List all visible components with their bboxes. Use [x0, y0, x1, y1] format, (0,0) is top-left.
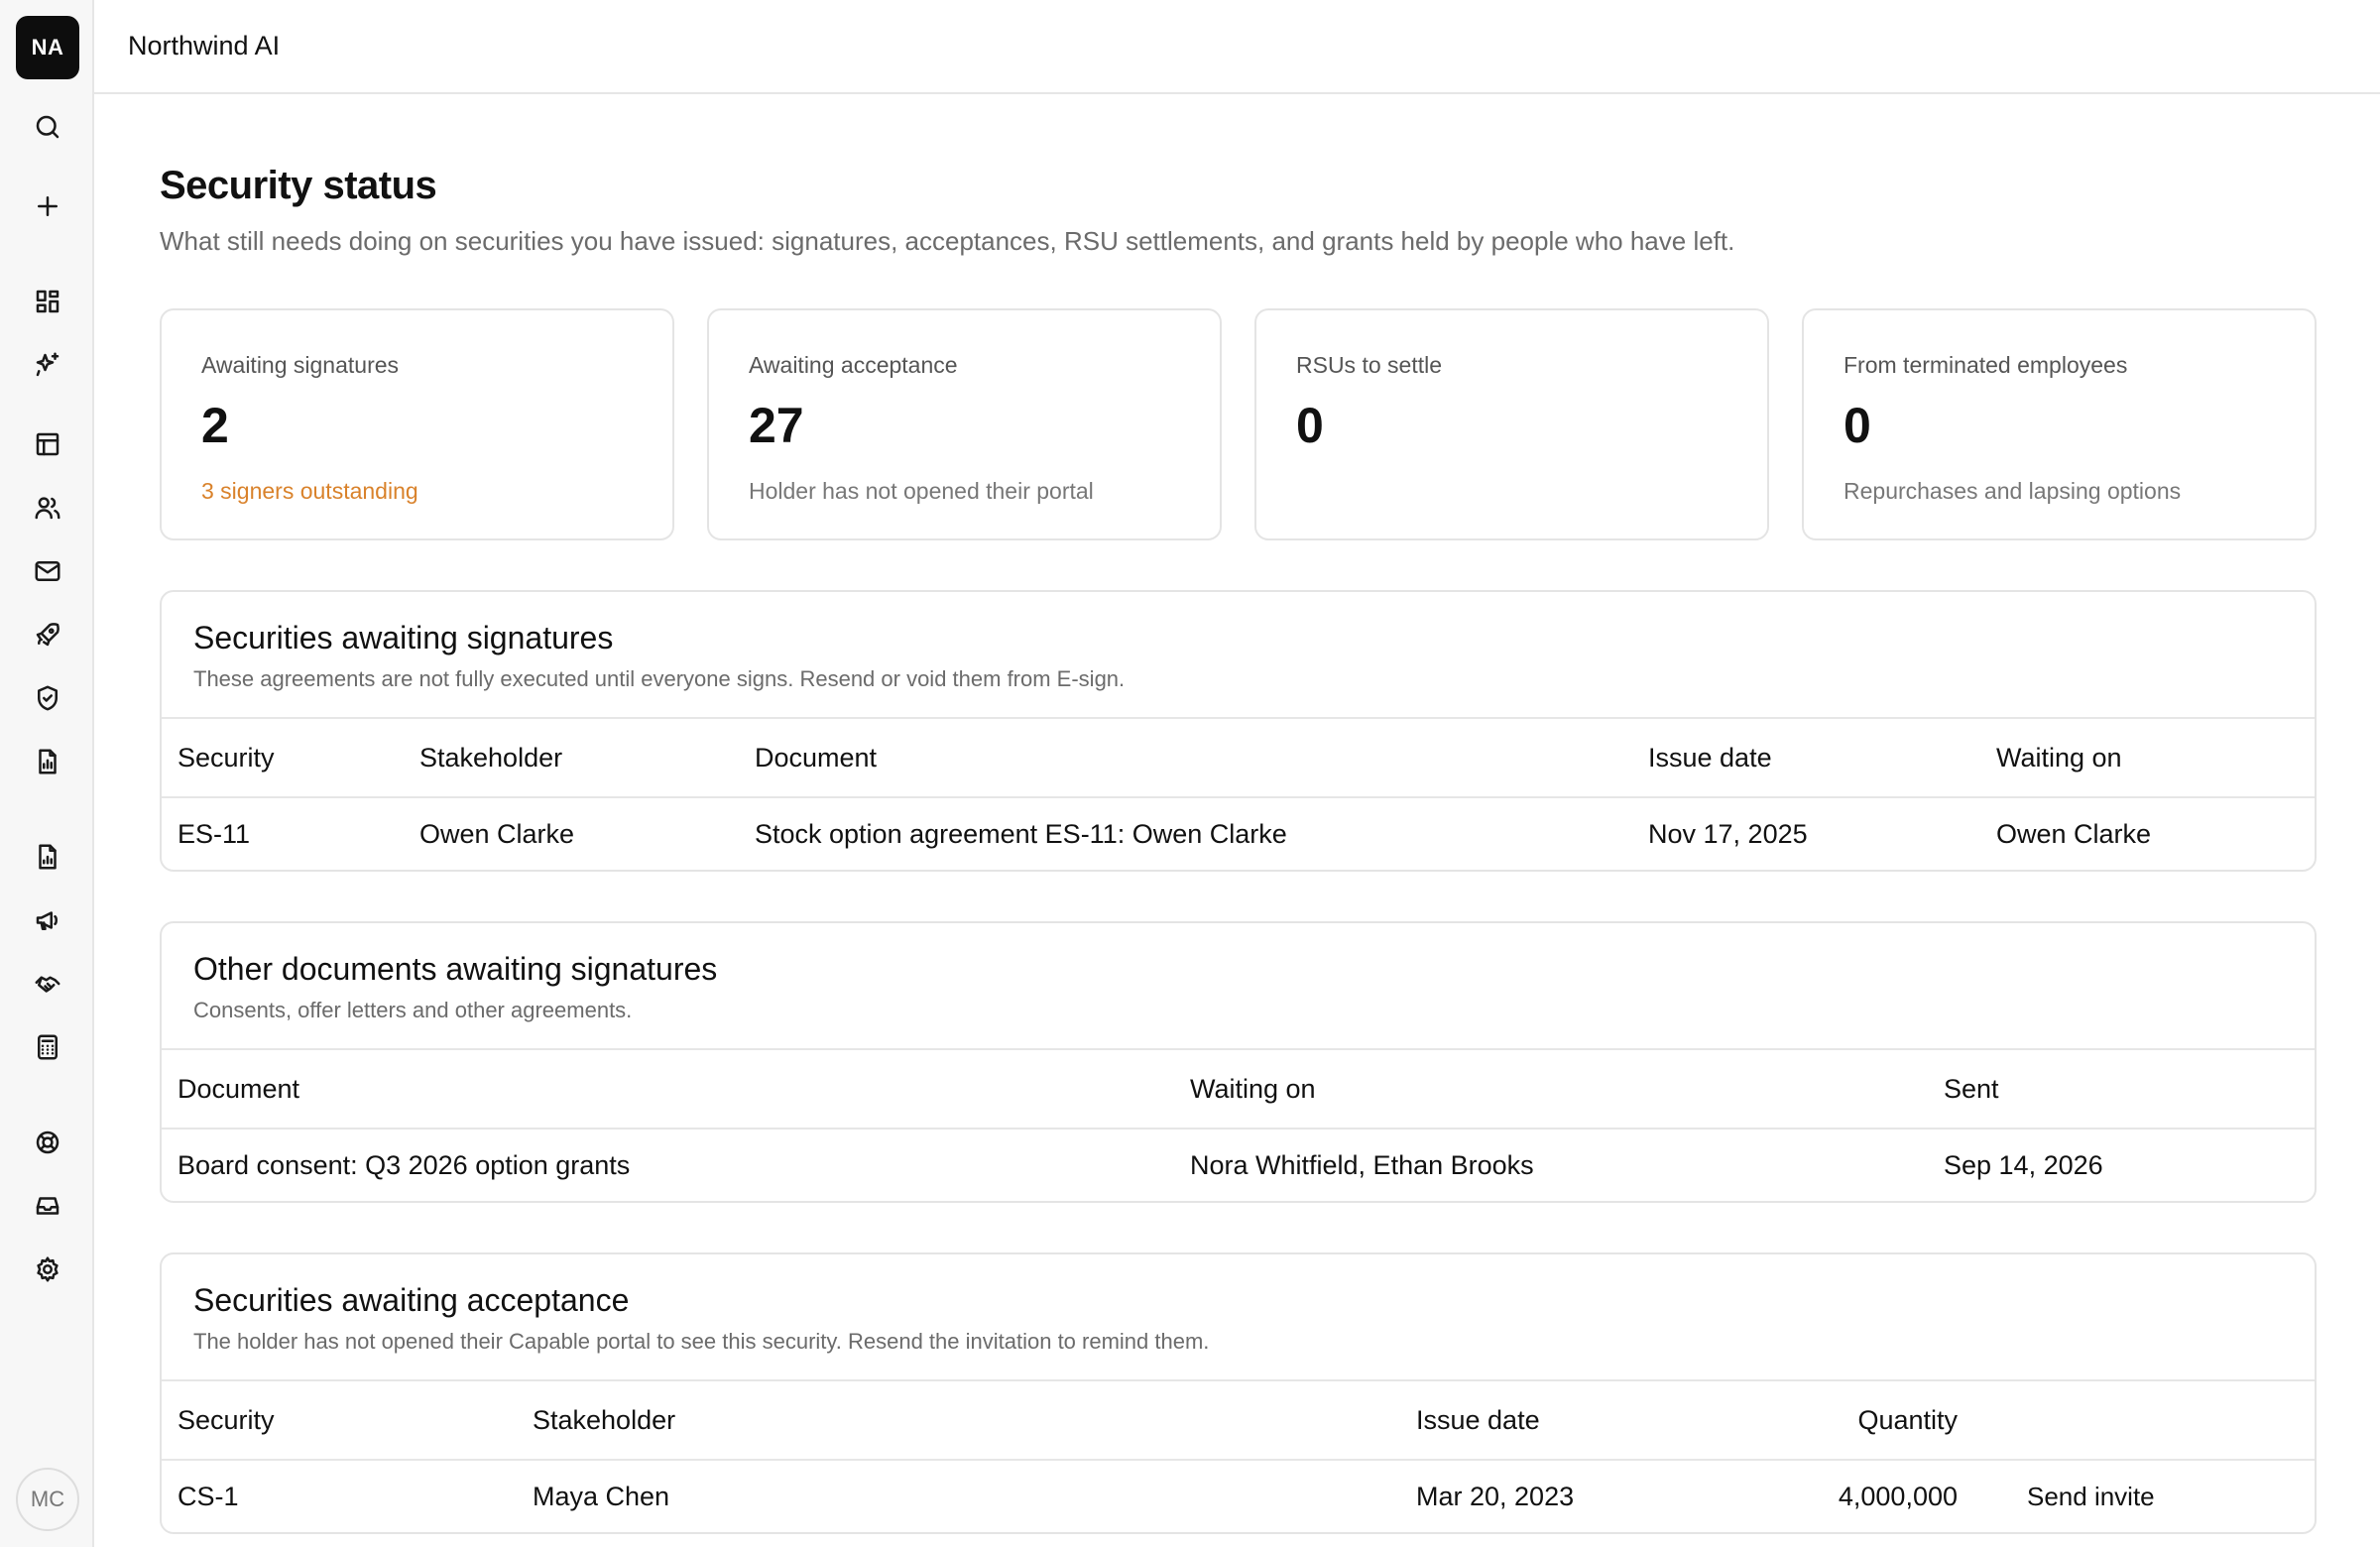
waiting-on-cell: Owen Clarke: [1996, 818, 2152, 849]
stat-value: 27: [749, 398, 804, 453]
page-title: Security status: [160, 164, 437, 207]
table-icon[interactable]: [26, 422, 69, 466]
top-bar: Northwind AI: [94, 0, 2380, 94]
section-header: Other documents awaiting signatures Cons…: [162, 923, 2315, 1050]
inbox-icon[interactable]: [26, 1184, 69, 1228]
column-header[interactable]: Stakeholder: [404, 719, 739, 798]
lifebuoy-icon[interactable]: [26, 1121, 69, 1164]
waiting-on-cell: Nora Whitfield, Ethan Brooks: [1190, 1149, 1534, 1180]
stat-note: Holder has not opened their portal: [749, 478, 1094, 504]
column-header[interactable]: Quantity: [1747, 1381, 1973, 1461]
gear-icon[interactable]: [26, 1248, 69, 1291]
sparkles-icon[interactable]: [26, 343, 69, 387]
document-cell: Board consent: Q3 2026 option grants: [178, 1149, 631, 1180]
column-header[interactable]: Waiting on: [1980, 719, 2315, 798]
shield-icon[interactable]: [26, 676, 69, 720]
org-initials: NA: [31, 35, 64, 60]
user-avatar[interactable]: MC: [16, 1468, 79, 1531]
stat-note: Repurchases and lapsing options: [1844, 478, 2182, 504]
stakeholder-cell: Owen Clarke: [419, 818, 575, 849]
quantity-cell: 4,000,000: [1838, 1481, 1958, 1511]
other-documents-section: Other documents awaiting signatures Cons…: [160, 921, 2317, 1203]
stat-label: Awaiting signatures: [201, 352, 400, 378]
signatures-table: Security Stakeholder Document Issue date…: [162, 719, 2315, 870]
securities-awaiting-acceptance-section: Securities awaiting acceptance The holde…: [160, 1252, 2317, 1534]
column-header[interactable]: Issue date: [1400, 1381, 1747, 1461]
documents-table: Document Waiting on Sent Board consent: …: [162, 1050, 2315, 1201]
document-cell: Stock option agreement ES-11: Owen Clark…: [755, 818, 1287, 849]
plus-icon[interactable]: [26, 184, 69, 228]
table-row[interactable]: ES-11 Owen Clarke Stock option agreement…: [162, 797, 2315, 870]
actions-column-header: [1973, 1381, 2315, 1461]
acceptance-table: Security Stakeholder Issue date Quantity…: [162, 1381, 2315, 1532]
security-cell: ES-11: [178, 818, 251, 849]
calculator-icon[interactable]: [26, 1025, 69, 1069]
stakeholder-cell: Maya Chen: [533, 1481, 670, 1511]
stat-value: 0: [1296, 398, 1324, 453]
sent-date-cell: Sep 14, 2026: [1944, 1149, 2103, 1180]
column-header[interactable]: Security: [162, 1381, 517, 1461]
security-cell: CS-1: [178, 1481, 239, 1511]
stat-value: 0: [1844, 398, 1871, 453]
org-name: Northwind AI: [128, 31, 281, 60]
sidebar: NA MC: [0, 0, 94, 1547]
section-header: Securities awaiting acceptance The holde…: [162, 1254, 2315, 1381]
column-header[interactable]: Issue date: [1632, 719, 1980, 798]
table-row[interactable]: CS-1 Maya Chen Mar 20, 2023 4,000,000 Se…: [162, 1460, 2315, 1532]
section-header: Securities awaiting signatures These agr…: [162, 592, 2315, 719]
stat-label: RSUs to settle: [1296, 352, 1442, 378]
column-header[interactable]: Waiting on: [1174, 1050, 1928, 1130]
stat-card-rsus-to-settle[interactable]: RSUs to settle 0: [1254, 308, 1769, 540]
document-chart-icon[interactable]: [26, 835, 69, 879]
column-header[interactable]: Document: [739, 719, 1632, 798]
send-invite-button[interactable]: Send invite: [2027, 1482, 2155, 1511]
securities-awaiting-signatures-section: Securities awaiting signatures These agr…: [160, 590, 2317, 872]
section-title: Securities awaiting signatures: [193, 620, 614, 655]
mail-icon[interactable]: [26, 549, 69, 593]
dashboard-icon[interactable]: [26, 280, 69, 323]
stat-card-awaiting-signatures[interactable]: Awaiting signatures 2 3 signers outstand…: [160, 308, 674, 540]
report-icon[interactable]: [26, 740, 69, 783]
search-icon[interactable]: [26, 105, 69, 149]
column-header[interactable]: Sent: [1928, 1050, 2315, 1130]
stat-value: 2: [201, 398, 229, 453]
megaphone-icon[interactable]: [26, 898, 69, 942]
rocket-icon[interactable]: [26, 613, 69, 656]
user-initials: MC: [30, 1487, 65, 1511]
column-header[interactable]: Stakeholder: [517, 1381, 1400, 1461]
section-title: Securities awaiting acceptance: [193, 1282, 630, 1318]
table-header-row: Security Stakeholder Document Issue date…: [162, 719, 2315, 798]
section-title: Other documents awaiting signatures: [193, 951, 718, 987]
org-switcher[interactable]: NA: [16, 16, 79, 79]
column-header[interactable]: Security: [162, 719, 404, 798]
table-header-row: Document Waiting on Sent: [162, 1050, 2315, 1130]
section-description: These agreements are not fully executed …: [193, 666, 1126, 691]
people-icon[interactable]: [26, 486, 69, 530]
section-description: Consents, offer letters and other agreem…: [193, 998, 633, 1022]
stat-card-awaiting-acceptance[interactable]: Awaiting acceptance 27 Holder has not op…: [707, 308, 1222, 540]
table-header-row: Security Stakeholder Issue date Quantity: [162, 1381, 2315, 1461]
column-header[interactable]: Document: [162, 1050, 1174, 1130]
stats-row: Awaiting signatures 2 3 signers outstand…: [160, 308, 2317, 540]
page-subtitle: What still needs doing on securities you…: [160, 226, 1735, 256]
stat-card-terminated-employees[interactable]: From terminated employees 0 Repurchases …: [1802, 308, 2317, 540]
issue-date-cell: Mar 20, 2023: [1416, 1481, 1575, 1511]
handshake-icon[interactable]: [26, 962, 69, 1006]
issue-date-cell: Nov 17, 2025: [1648, 818, 1808, 849]
stat-label: Awaiting acceptance: [749, 352, 958, 378]
stat-note: 3 signers outstanding: [201, 478, 418, 504]
section-description: The holder has not opened their Capable …: [193, 1329, 1210, 1354]
main-content: Security status What still needs doing o…: [160, 94, 2317, 1534]
stat-label: From terminated employees: [1844, 352, 2128, 378]
table-row[interactable]: Board consent: Q3 2026 option grants Nor…: [162, 1129, 2315, 1201]
